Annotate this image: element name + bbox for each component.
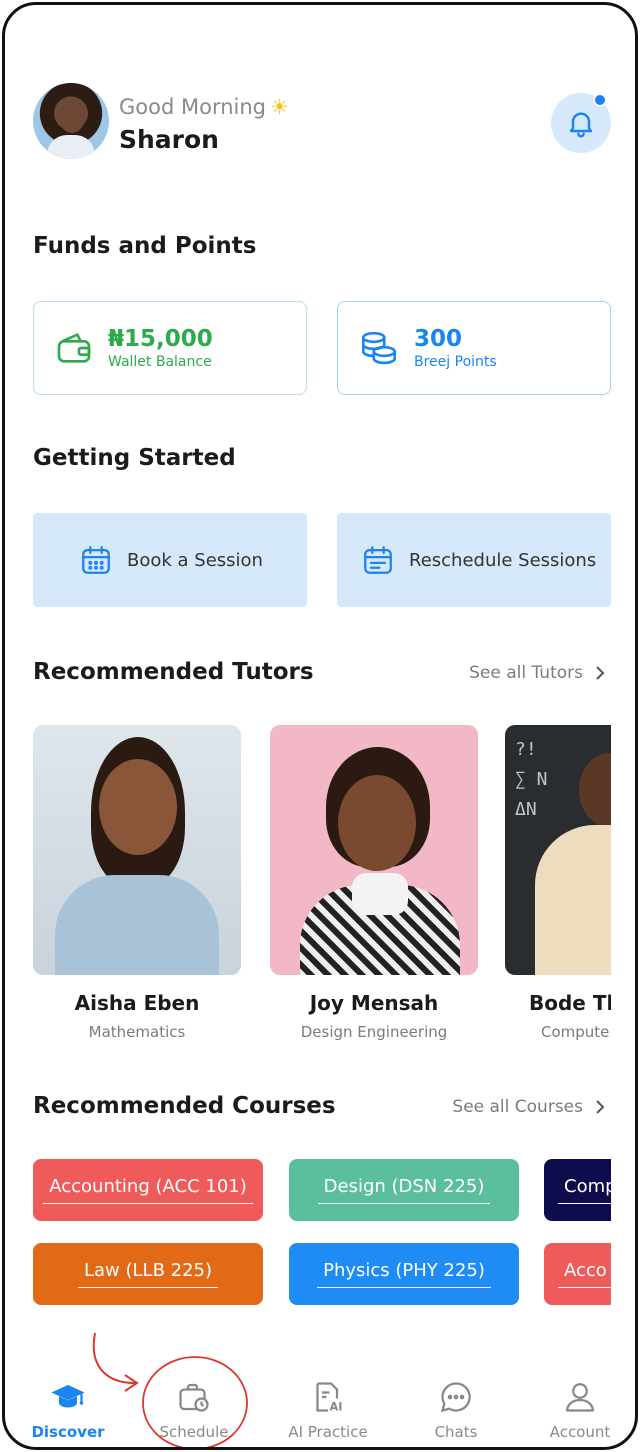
- course-chip[interactable]: Physics (PHY 225): [289, 1243, 519, 1305]
- course-label: Physics (PHY 225): [317, 1260, 491, 1288]
- wallet-card[interactable]: ₦15,000 Wallet Balance: [33, 301, 307, 395]
- bottom-nav: Discover Schedule AI AI Practice Chats A…: [5, 1365, 635, 1447]
- course-chip[interactable]: Law (LLB 225): [33, 1243, 263, 1305]
- chevron-right-icon: [596, 666, 605, 680]
- getting-started-title: Getting Started: [33, 445, 236, 471]
- nav-ai-practice-label: AI Practice: [288, 1423, 368, 1441]
- nav-discover[interactable]: Discover: [13, 1377, 123, 1441]
- course-chip[interactable]: Design (DSN 225): [289, 1159, 519, 1221]
- course-label: Design (DSN 225): [317, 1176, 491, 1204]
- tutor-subject: Compute: [541, 1023, 610, 1041]
- see-all-courses-label: See all Courses: [452, 1097, 583, 1117]
- tutor-photo: [270, 725, 478, 975]
- phone-frame: Good Morning ☀ Sharon Funds and Points ₦1…: [2, 2, 638, 1450]
- sun-icon: ☀: [270, 95, 289, 119]
- wallet-balance-label: Wallet Balance: [108, 354, 212, 370]
- tutor-card[interactable]: Aisha Eben Mathematics: [33, 725, 241, 1041]
- funds-title: Funds and Points: [33, 233, 257, 259]
- tutors-title: Recommended Tutors: [33, 659, 314, 685]
- nav-schedule-label: Schedule: [159, 1423, 229, 1441]
- nav-account[interactable]: Account: [525, 1377, 635, 1441]
- greeting: Good Morning ☀: [119, 95, 289, 119]
- ai-document-icon: AI: [316, 1382, 343, 1414]
- course-chip[interactable]: Accounting (ACC 101): [33, 1159, 263, 1221]
- course-chip[interactable]: Comp: [544, 1159, 611, 1221]
- tutor-photo: [33, 725, 241, 975]
- chat-bubble-icon: [440, 1382, 471, 1413]
- nav-schedule[interactable]: Schedule: [139, 1377, 249, 1441]
- course-chip[interactable]: Acco: [544, 1243, 611, 1305]
- briefcase-clock-icon: [179, 1383, 209, 1412]
- nav-discover-label: Discover: [31, 1423, 105, 1441]
- bell-icon: [569, 112, 593, 138]
- chevron-right-icon: [596, 1100, 605, 1114]
- tutor-name: Aisha Eben: [74, 991, 200, 1015]
- avatar[interactable]: [33, 83, 109, 159]
- see-all-tutors-link[interactable]: See all Tutors: [469, 663, 607, 683]
- courses-title: Recommended Courses: [33, 1093, 336, 1119]
- tutor-photo: ?! ∑ N ΔN: [505, 725, 611, 975]
- graduation-cap-icon: [51, 1385, 85, 1408]
- course-label: Law (LLB 225): [77, 1260, 219, 1288]
- points-card[interactable]: 300 Breej Points: [337, 301, 611, 395]
- greeting-text: Good Morning: [119, 95, 266, 119]
- book-session-label: Book a Session: [127, 549, 263, 571]
- tutor-card[interactable]: Joy Mensah Design Engineering: [270, 725, 478, 1041]
- reschedule-sessions-label: Reschedule Sessions: [409, 549, 597, 571]
- see-all-tutors-label: See all Tutors: [469, 663, 583, 683]
- points-value: 300: [414, 326, 463, 352]
- notification-button[interactable]: [551, 93, 611, 153]
- tutor-card-partial[interactable]: ?!∑ NΔN Bode Th Compute: [505, 725, 611, 1065]
- points-label: Breej Points: [414, 354, 497, 370]
- notification-dot: [593, 93, 607, 107]
- calendar-list-icon: [364, 546, 392, 574]
- svg-text:AI: AI: [330, 1401, 343, 1414]
- see-all-courses-link[interactable]: See all Courses: [452, 1097, 607, 1117]
- calendar-icon: [82, 546, 110, 574]
- course-label: Comp: [558, 1176, 611, 1204]
- tutor-subject: Mathematics: [88, 1023, 186, 1041]
- tutor-name: Bode Th: [529, 991, 611, 1015]
- nav-account-label: Account: [549, 1423, 611, 1441]
- coins-icon: [361, 331, 397, 365]
- nav-ai-practice[interactable]: AI AI Practice: [273, 1377, 383, 1441]
- courses-grid: Accounting (ACC 101) Design (DSN 225) Co…: [33, 1159, 611, 1309]
- nav-chats[interactable]: Chats: [401, 1377, 511, 1441]
- course-label: Accounting (ACC 101): [43, 1176, 253, 1204]
- user-icon: [566, 1383, 594, 1412]
- nav-chats-label: Chats: [434, 1423, 478, 1441]
- course-label: Acco: [558, 1260, 611, 1288]
- reschedule-sessions-button[interactable]: Reschedule Sessions: [337, 513, 611, 607]
- tutor-name: Joy Mensah: [309, 991, 439, 1015]
- tutor-subject: Design Engineering: [300, 1023, 448, 1041]
- wallet-icon: [57, 333, 91, 363]
- wallet-balance-value: ₦15,000: [108, 326, 213, 352]
- user-name: Sharon: [119, 125, 219, 154]
- book-session-button[interactable]: Book a Session: [33, 513, 307, 607]
